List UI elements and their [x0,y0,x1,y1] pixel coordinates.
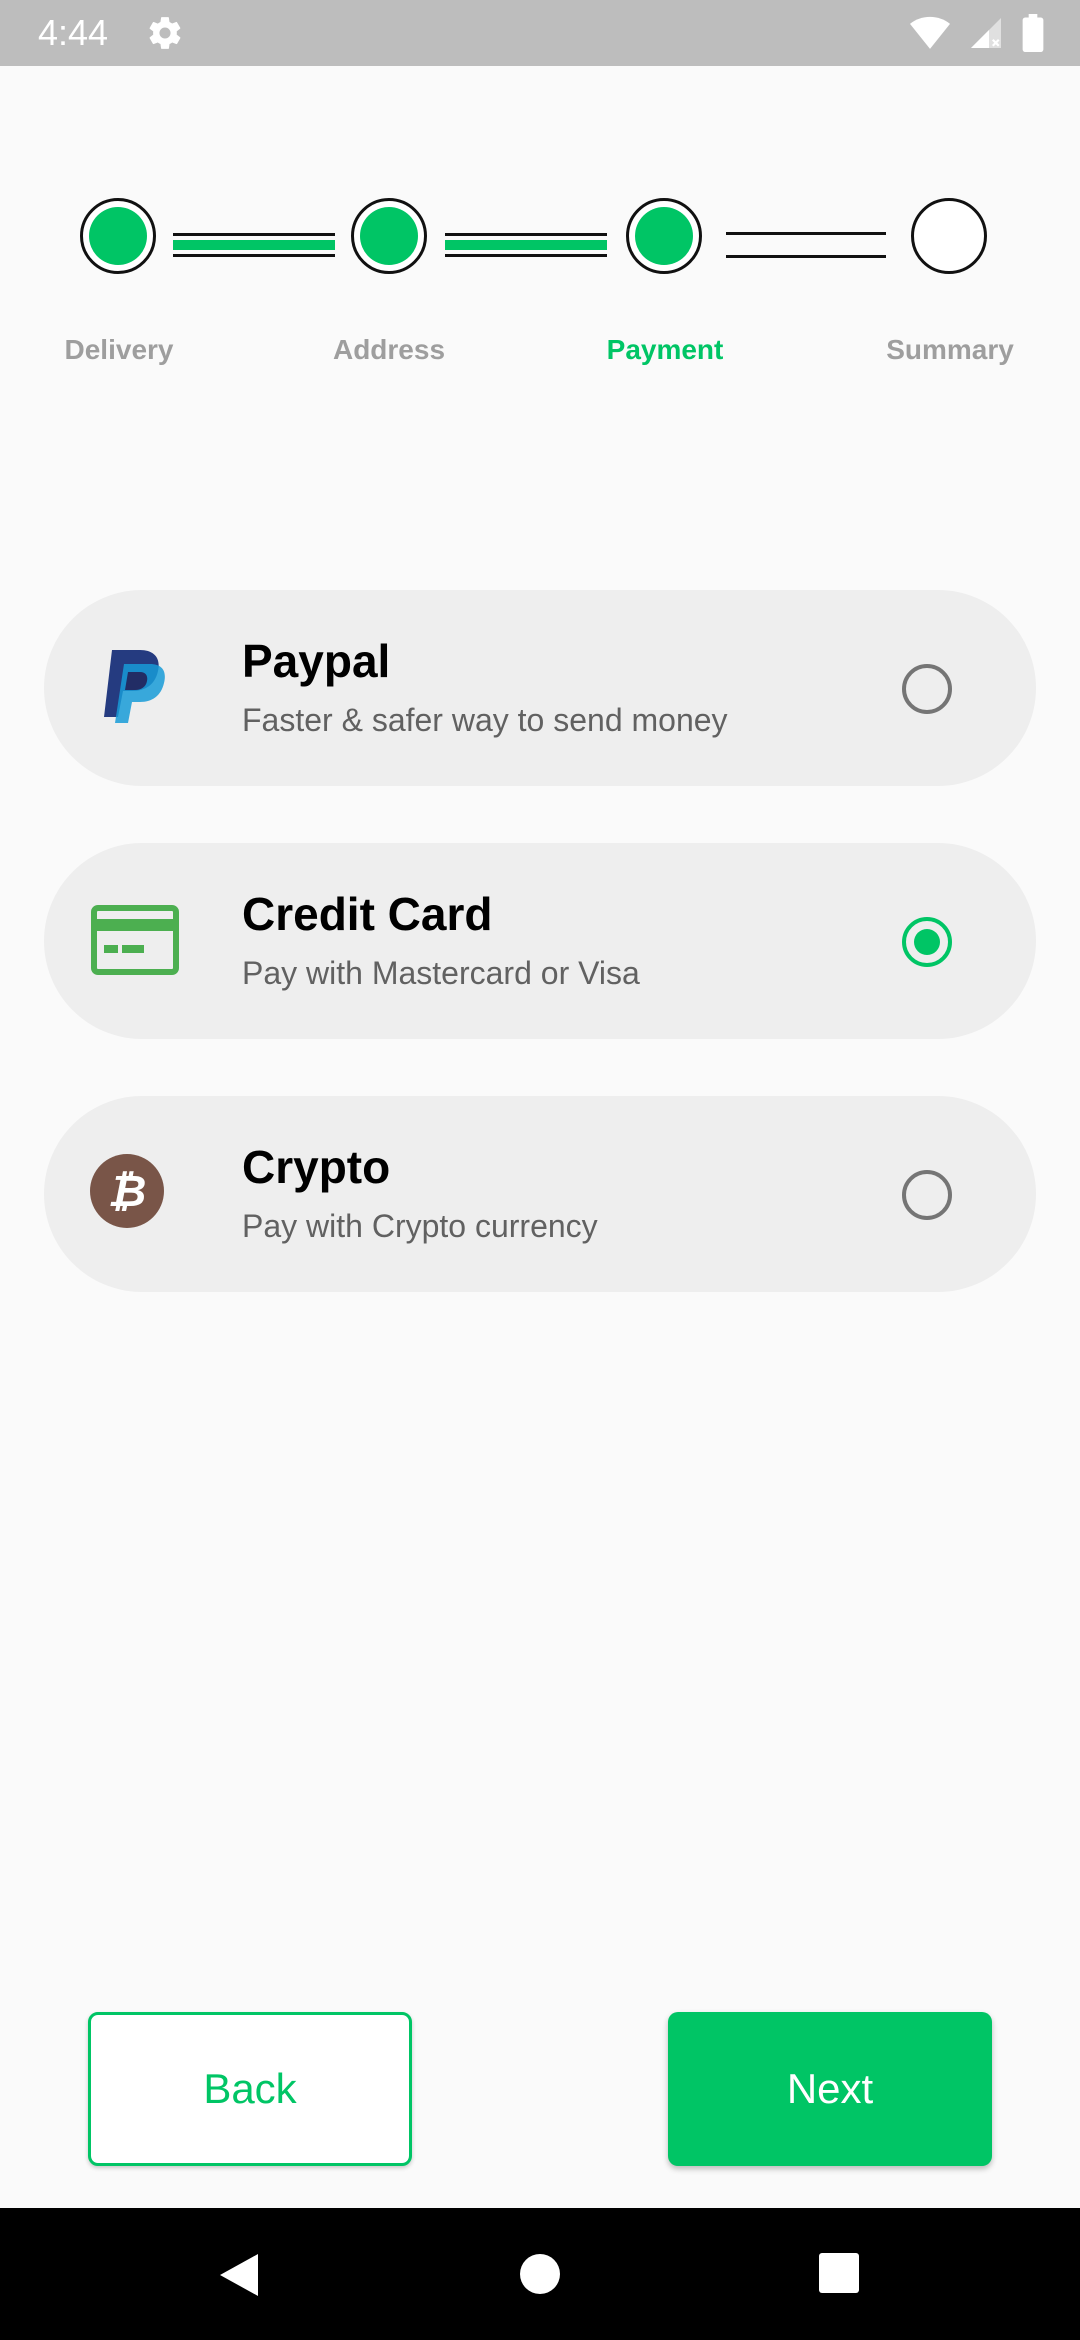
back-nav-icon[interactable] [216,2252,262,2298]
step-connector-1 [173,233,335,257]
step-indicator-delivery [80,198,156,274]
step-label-delivery: Delivery [64,334,174,365]
recents-nav-icon[interactable] [818,2252,860,2294]
navigation-bar [0,2208,1080,2340]
step-indicator-payment [626,198,702,274]
radio-button[interactable] [902,664,952,714]
step-indicator-address [351,198,427,274]
radio-button[interactable] [902,1170,952,1220]
home-nav-icon[interactable] [518,2252,562,2296]
payment-option-title: Paypal [242,635,391,687]
back-button[interactable]: Back [88,2012,412,2166]
wifi-icon [910,16,950,49]
payment-option-title: Crypto [242,1141,391,1193]
payment-option-subtitle: Faster & safer way to send money [242,702,728,738]
step-label-payment: Payment [606,334,724,365]
payment-option-title: Credit Card [242,888,493,940]
status-icons [910,14,1044,52]
step-connector-2 [445,233,607,257]
step-label-summary: Summary [886,334,1014,365]
step-indicator-summary [911,198,987,274]
radio-button-selected[interactable] [902,917,952,967]
paypal-icon [104,650,165,723]
payment-option-credit-card[interactable]: Credit Card Pay with Mastercard or Visa [44,843,1036,1039]
battery-icon [1022,14,1044,52]
settings-icon [149,17,181,49]
step-label-address: Address [332,334,446,365]
signal-icon [971,18,1001,48]
payment-option-subtitle: Pay with Crypto currency [242,1208,598,1244]
payment-option-paypal[interactable]: Paypal Faster & safer way to send money [44,590,1036,786]
status-bar: 4:44 [0,0,1080,66]
status-time: 4:44 [38,12,109,53]
payment-option-subtitle: Pay with Mastercard or Visa [242,955,640,991]
step-connector-3 [726,232,886,258]
credit-card-icon [91,905,179,975]
svg-text:₿: ₿ [108,1166,147,1217]
bitcoin-icon: ₿ [90,1154,164,1228]
payment-option-crypto[interactable]: ₿ Crypto Pay with Crypto currency [44,1096,1036,1292]
next-button[interactable]: Next [668,2012,992,2166]
